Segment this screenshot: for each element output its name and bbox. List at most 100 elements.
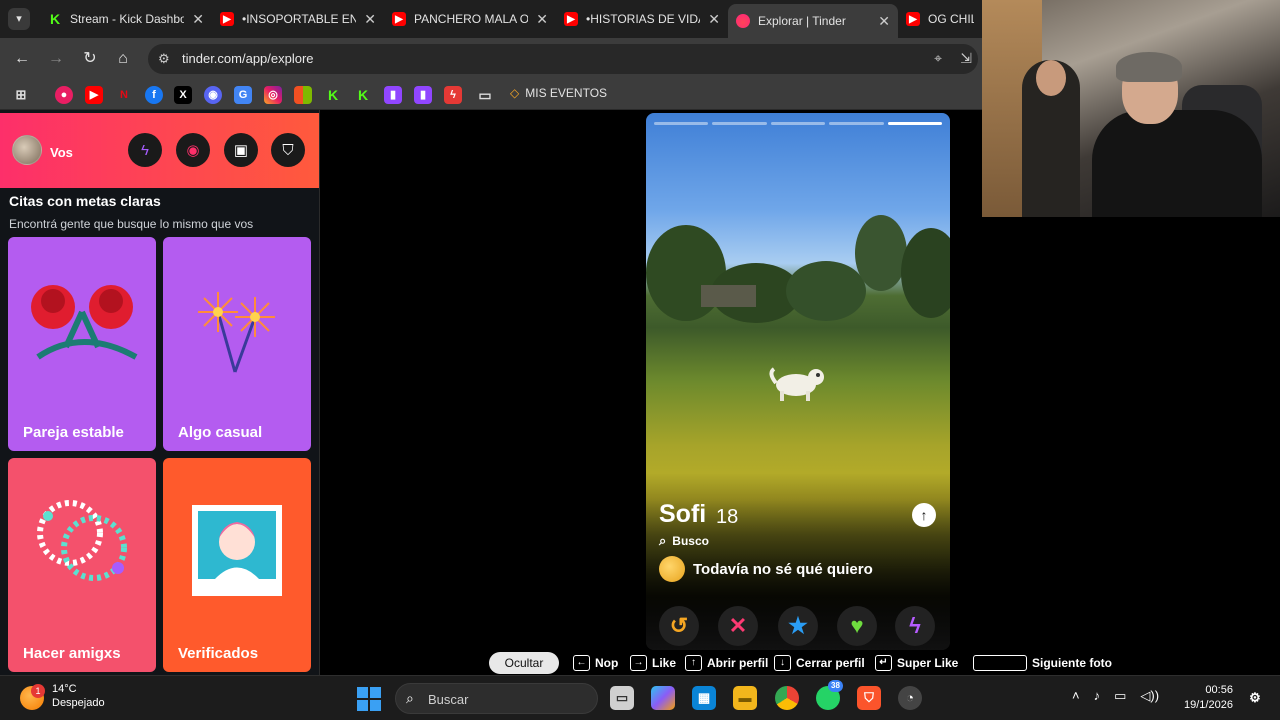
- task-view-icon[interactable]: ▭: [610, 686, 634, 710]
- safety-shield-icon[interactable]: ⛉: [271, 133, 305, 167]
- chrome-icon[interactable]: [775, 686, 799, 710]
- profile-name: Sofi: [659, 500, 707, 528]
- bookmark-music-icon[interactable]: ●: [55, 86, 73, 104]
- spacebar-key: [973, 655, 1027, 671]
- bookmark-folder-icon[interactable]: ▭: [476, 86, 494, 104]
- notifications-icon[interactable]: ⚙: [1243, 686, 1267, 710]
- hint-close-profile: ↓ Cerrar perfil: [774, 655, 865, 671]
- tray-chevron-up-icon[interactable]: ˄: [1072, 688, 1080, 704]
- clock[interactable]: 00:56 19/1/2026: [1184, 683, 1233, 713]
- card-pareja-estable[interactable]: Pareja estable: [8, 237, 156, 451]
- boost-bolt-icon[interactable]: ϟ: [128, 133, 162, 167]
- bookmark-instagram-icon[interactable]: ◎: [264, 86, 282, 104]
- photo-progress-segment[interactable]: [770, 122, 826, 125]
- bookmark-youtube-icon[interactable]: ▶: [85, 86, 103, 104]
- search-icon: ⌕: [659, 533, 667, 548]
- photo-progress-segment[interactable]: [654, 122, 709, 125]
- home-icon[interactable]: ⌂: [112, 48, 134, 70]
- system-tray: ˄ ♪ ▭ ◁)): [1072, 688, 1159, 704]
- obs-icon[interactable]: ◔: [898, 686, 922, 710]
- rewind-button[interactable]: ↺: [659, 606, 699, 646]
- tab-youtube-3[interactable]: ▶ •HISTORIAS DE VIDA ✕: [556, 5, 728, 33]
- url-text[interactable]: tinder.com/app/explore: [182, 51, 314, 66]
- volume-icon[interactable]: ◁)): [1140, 688, 1159, 704]
- tab-search-chevron-icon[interactable]: ▾: [8, 8, 30, 30]
- bookmark-translate-icon[interactable]: G: [234, 86, 252, 104]
- bookmark-twitch-2-icon[interactable]: ▮: [414, 86, 432, 104]
- windows-start-icon[interactable]: [357, 687, 381, 711]
- install-app-icon[interactable]: ⇲: [960, 50, 972, 67]
- address-bar[interactable]: ⚙ tinder.com/app/explore ⌖ ⇲: [148, 44, 978, 74]
- bookmark-discord-icon[interactable]: ◉: [204, 86, 222, 104]
- bookmark-kick-2-icon[interactable]: K: [354, 86, 372, 104]
- card-verificados[interactable]: Verificados: [163, 458, 311, 672]
- brave-icon[interactable]: ⛉: [857, 686, 881, 710]
- tab-youtube-4[interactable]: ▶ OG CHILL: [898, 5, 982, 33]
- tab-youtube-2[interactable]: ▶ PANCHERO MALA O ✕: [384, 5, 556, 33]
- photo-progress-segment[interactable]: [829, 122, 884, 125]
- relationship-goal: Todavía no sé qué quiero: [659, 556, 873, 582]
- close-tab-icon[interactable]: ✕: [536, 11, 548, 28]
- bookmark-kick-icon[interactable]: K: [324, 86, 342, 104]
- file-explorer-icon[interactable]: ▬: [733, 686, 757, 710]
- bookmark-x-icon[interactable]: X: [174, 86, 192, 104]
- youtube-icon: ▶: [906, 12, 920, 26]
- super-like-star-button[interactable]: ★: [778, 606, 818, 646]
- photo-progress-segment[interactable]: [887, 122, 942, 125]
- youtube-icon: ▶: [220, 12, 234, 26]
- bookmarks-bar: ⊞ ● ▶ N f X ◉ G ◎ K K ▮ ▮ ϟ ▭ ◇ MIS EVEN…: [0, 80, 982, 110]
- hint-open-profile: ↑ Abrir perfil: [685, 655, 768, 671]
- back-arrow-icon[interactable]: ←: [11, 48, 33, 70]
- copilot-icon[interactable]: [651, 686, 675, 710]
- card-hacer-amigxs[interactable]: Hacer amigxs: [8, 458, 156, 672]
- apps-grid-icon[interactable]: ⊞: [12, 86, 30, 104]
- mic-icon[interactable]: ♪: [1094, 688, 1101, 704]
- close-tab-icon[interactable]: ✕: [708, 11, 720, 28]
- like-heart-button[interactable]: ♥: [837, 606, 877, 646]
- clock-time: 00:56: [1205, 684, 1233, 696]
- photo-progress-segment[interactable]: [712, 122, 767, 125]
- user-label[interactable]: Vos: [50, 145, 73, 160]
- profile-card[interactable]: Sofi 18 ↑ ⌕ Busco Todavía no sé qué quie…: [646, 113, 950, 650]
- close-tab-icon[interactable]: ✕: [192, 11, 204, 28]
- windows-taskbar: 1 14°C Despejado ⌕ Buscar ▭ ▦ ▬ 38 ⛉ ◔ ˄…: [0, 675, 1280, 720]
- weather-widget[interactable]: 1 14°C Despejado: [20, 682, 105, 710]
- tab-tinder-active[interactable]: Explorar | Tinder ✕: [728, 4, 898, 38]
- weather-temp: 14°C: [52, 683, 77, 695]
- briefcase-icon[interactable]: ▣: [224, 133, 258, 167]
- taskbar-search[interactable]: ⌕ Buscar: [395, 683, 598, 714]
- tab-kick-dashboard[interactable]: K Stream - Kick Dashbo ✕: [40, 5, 212, 33]
- bookmark-microsoft-icon[interactable]: [294, 86, 312, 104]
- youtube-icon: ▶: [564, 12, 578, 26]
- avatar[interactable]: [12, 135, 42, 165]
- open-profile-arrow-icon[interactable]: ↑: [912, 503, 936, 527]
- bookmark-facebook-icon[interactable]: f: [145, 86, 163, 104]
- explore-compass-icon[interactable]: ◉: [176, 133, 210, 167]
- trees-background: [646, 215, 950, 323]
- store-icon[interactable]: ▦: [692, 686, 716, 710]
- sparkler-icon: [198, 292, 275, 373]
- bookmark-bolt-icon[interactable]: ϟ: [444, 86, 462, 104]
- close-tab-icon[interactable]: ✕: [364, 11, 376, 28]
- kick-icon: K: [49, 11, 61, 27]
- boost-bolt-button[interactable]: ϟ: [895, 606, 935, 646]
- location-pin-icon[interactable]: ⌖: [934, 50, 942, 67]
- thinking-face-icon: [659, 556, 685, 582]
- whatsapp-icon[interactable]: 38: [816, 680, 843, 710]
- reload-icon[interactable]: ↻: [79, 48, 101, 70]
- tinder-flame-icon: [736, 14, 750, 28]
- verified-photo-icon: [192, 505, 282, 596]
- looking-for-label: ⌕ Busco: [659, 533, 709, 548]
- tab-youtube-1[interactable]: ▶ •INSOPORTABLE EN I ✕: [212, 5, 384, 33]
- bookmark-twitch-icon[interactable]: ▮: [384, 86, 402, 104]
- bookmark-netflix-icon[interactable]: N: [115, 86, 133, 104]
- bookmark-mis-eventos[interactable]: ◇ MIS EVENTOS: [510, 86, 607, 100]
- site-settings-icon[interactable]: ⚙: [158, 51, 174, 67]
- network-icon[interactable]: ▭: [1114, 688, 1126, 704]
- close-tab-icon[interactable]: ✕: [878, 13, 890, 30]
- hide-shortcuts-button[interactable]: Ocultar: [489, 652, 559, 674]
- nope-x-button[interactable]: ✕: [718, 606, 758, 646]
- keyboard-shortcuts-bar: Ocultar ← Nop → Like ↑ Abrir perfil ↓ Cerrar…: [489, 651, 1129, 675]
- card-algo-casual[interactable]: Algo casual: [163, 237, 311, 451]
- forward-arrow-icon[interactable]: →: [45, 48, 67, 70]
